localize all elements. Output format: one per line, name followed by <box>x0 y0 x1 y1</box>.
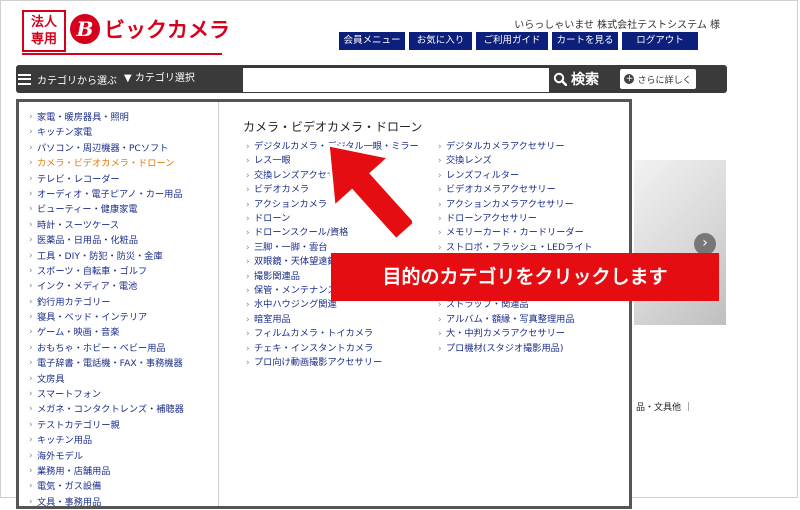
subcategory-item[interactable]: チェキ・インスタントカメラ <box>245 342 435 357</box>
view-cart-button[interactable]: カートを見る <box>552 32 618 50</box>
subcategory-item[interactable]: 交換レンズ <box>437 154 627 169</box>
category-item[interactable]: テレビ・レコーダー <box>19 172 218 188</box>
category-item[interactable]: 海外モデル <box>19 449 218 465</box>
subcategory-item[interactable]: ビデオカメラアクセサリー <box>437 183 627 198</box>
category-item[interactable]: 時計・スーツケース <box>19 218 218 234</box>
category-item[interactable]: インク・メディア・電池 <box>19 279 218 295</box>
pointer-arrow-icon <box>326 143 412 242</box>
brand-mark-icon[interactable]: B <box>70 14 100 44</box>
logout-button[interactable]: ログアウト <box>622 32 698 50</box>
category-item[interactable]: 業務用・店舗用品 <box>19 464 218 480</box>
search-input[interactable] <box>243 68 549 92</box>
logo-line2: 専用 <box>30 32 57 47</box>
category-item[interactable]: オーディオ・電子ピアノ・カー用品 <box>19 187 218 203</box>
subcategory-item[interactable]: レンズフィルター <box>437 169 627 184</box>
category-item[interactable]: パソコン・周辺機器・PCソフト <box>19 141 218 157</box>
category-item[interactable]: ゲーム・映画・音楽 <box>19 325 218 341</box>
background-text: 品・文具他 ｜ <box>636 403 693 413</box>
corporate-logo-box: 法人 専用 <box>22 10 66 52</box>
category-item[interactable]: テストカテゴリー親 <box>19 418 218 434</box>
category-item-active[interactable]: カメラ・ビデオカメラ・ドローン <box>19 156 218 172</box>
subcategory-item[interactable]: ドローンアクセサリー <box>437 212 627 227</box>
subcategory-item[interactable]: アルバム・額縁・写真整理用品 <box>437 313 627 328</box>
category-item[interactable]: 寝具・ベッド・インテリア <box>19 310 218 326</box>
subcategory-item[interactable]: プロ機材(スタジオ撮影用品) <box>437 342 627 357</box>
subcategory-item[interactable]: メモリーカード・カードリーダー <box>437 226 627 241</box>
welcome-message: いらっしゃいませ 株式会社テストシステム 様 <box>514 20 720 31</box>
category-item[interactable]: メガネ・コンタクトレンズ・補聴器 <box>19 402 218 418</box>
instruction-callout: 目的のカテゴリをクリックします <box>331 253 719 301</box>
category-item[interactable]: 釣行用カテゴリー <box>19 295 218 311</box>
category-select[interactable]: ▼ カテゴリ選択 <box>124 69 195 89</box>
subcategory-column-2: デジタルカメラアクセサリー 交換レンズ レンズフィルター ビデオカメラアクセサリ… <box>437 140 627 357</box>
advanced-search-button[interactable]: + さらに詳しく <box>620 69 696 89</box>
category-item[interactable]: ビューティー・健康家電 <box>19 202 218 218</box>
category-item[interactable]: 電気・ガス設備 <box>19 479 218 495</box>
category-item[interactable]: スマートフォン <box>19 387 218 403</box>
category-item[interactable]: 電子辞書・電話機・FAX・事務機器 <box>19 356 218 372</box>
category-menu-button[interactable]: カテゴリから選ぶ <box>18 69 117 89</box>
subcategory-item[interactable]: 暗室用品 <box>245 313 435 328</box>
carousel-next-icon[interactable]: › <box>694 233 716 255</box>
search-button-label: 検索 <box>571 72 599 88</box>
top-category-list: 家電・暖房器具・照明 キッチン家電 パソコン・周辺機器・PCソフト カメラ・ビデ… <box>19 102 219 510</box>
category-item[interactable]: 文具・事務用品 <box>19 495 218 510</box>
logo-underline <box>22 53 222 55</box>
favorites-button[interactable]: お気に入り <box>409 32 472 50</box>
subcategory-item[interactable]: アクションカメラアクセサリー <box>437 198 627 213</box>
subcategory-item[interactable]: プロ向け動画撮影アクセサリー <box>245 356 435 371</box>
category-item[interactable]: キッチン家電 <box>19 125 218 141</box>
category-item[interactable]: スポーツ・自転車・ゴルフ <box>19 264 218 280</box>
guide-button[interactable]: ご利用ガイド <box>476 32 548 50</box>
subcategory-item[interactable]: 大・中判カメラアクセサリー <box>437 327 627 342</box>
category-menu-label: カテゴリから選ぶ <box>37 75 117 87</box>
category-item[interactable]: 文房具 <box>19 372 218 388</box>
advanced-search-label: さらに詳しく <box>637 75 692 86</box>
category-item[interactable]: 工具・DIY・防犯・防災・金庫 <box>19 249 218 265</box>
category-item[interactable]: 医薬品・日用品・化粧品 <box>19 233 218 249</box>
subcategory-item[interactable]: デジタルカメラアクセサリー <box>437 140 627 155</box>
member-menu-button[interactable]: 会員メニュー <box>339 32 405 50</box>
category-item[interactable]: 家電・暖房器具・照明 <box>19 110 218 126</box>
subcategory-item[interactable]: フィルムカメラ・トイカメラ <box>245 327 435 342</box>
category-item[interactable]: キッチン用品 <box>19 433 218 449</box>
top-navigation: 会員メニュー お気に入り ご利用ガイド カートを見る ログアウト <box>339 32 698 50</box>
category-item[interactable]: おもちゃ・ホビー・ベビー用品 <box>19 341 218 357</box>
search-icon <box>553 72 567 86</box>
plus-icon: + <box>624 74 635 84</box>
brand-logo-text[interactable]: ビックカメラ <box>104 14 230 44</box>
search-button[interactable]: 検索 <box>553 67 599 91</box>
hamburger-icon <box>18 73 31 85</box>
logo-line1: 法人 <box>30 15 57 30</box>
